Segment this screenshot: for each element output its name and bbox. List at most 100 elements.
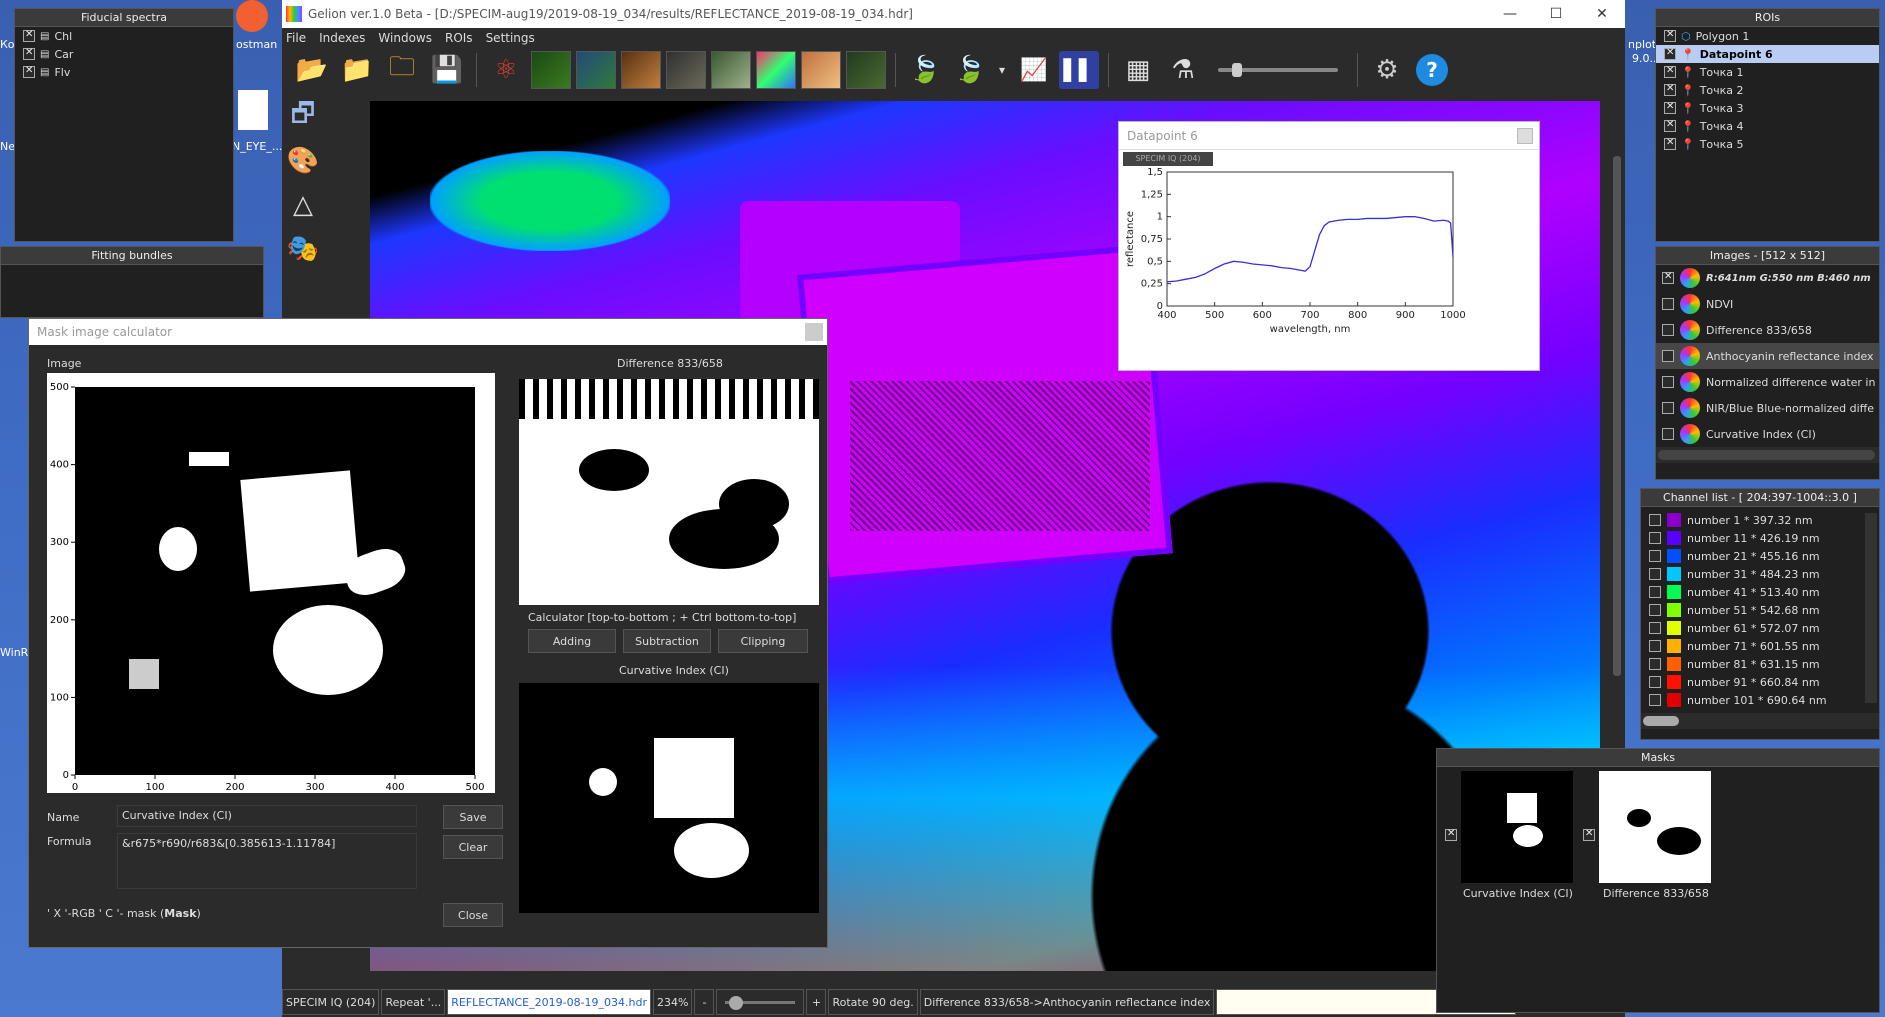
horizontal-scrollbar[interactable] [1641,713,1879,729]
leaf-icon[interactable]: 🍃 [905,51,945,89]
checkbox[interactable] [1649,550,1661,562]
fiducial-item-car[interactable]: ▤ Car [15,45,233,63]
scrollbar-thumb[interactable] [1658,450,1875,460]
checkbox[interactable] [1662,376,1674,388]
minimize-button[interactable]: — [1487,6,1533,22]
menu-file[interactable]: File [286,31,306,45]
thumbnail-dark[interactable] [666,51,706,89]
checkbox[interactable] [1662,298,1674,310]
checkbox[interactable] [1649,694,1661,706]
image-item[interactable]: Anthocyanin reflectance index [1656,343,1879,369]
checkbox[interactable] [1664,83,1676,96]
menu-rois[interactable]: ROIs [445,31,473,45]
thumbnail-lights[interactable] [621,51,661,89]
checkbox[interactable] [23,47,35,60]
checkbox[interactable] [1664,137,1676,150]
desktop-label[interactable]: ostman [236,38,277,51]
checkbox[interactable] [1649,676,1661,688]
palette-icon[interactable]: 🎨 [283,142,323,180]
vertical-scrollbar[interactable] [1865,513,1877,703]
mask-checkbox[interactable] [1583,828,1595,841]
status-file[interactable]: REFLECTANCE_2019-08-19_034.hdr [447,989,652,1015]
thumbnail-plants[interactable] [576,51,616,89]
desktop-label[interactable]: N_EYE_... [232,140,282,153]
channel-item[interactable]: number 21 * 455.16 nm [1641,547,1879,565]
checkbox[interactable] [1664,29,1676,42]
checkbox[interactable] [1649,622,1661,634]
clear-button[interactable]: Clear [443,835,503,859]
thumbnail-leaves[interactable] [531,51,571,89]
save-icon[interactable]: 💾 [427,51,467,89]
checkbox[interactable] [1662,350,1674,362]
image-item[interactable]: Normalized difference water in [1656,369,1879,395]
checkbox[interactable] [1664,47,1676,60]
calculator-icon[interactable]: ▦ [1118,51,1158,89]
checkbox[interactable] [1649,514,1661,526]
close-button[interactable] [1517,128,1533,144]
menu-indexes[interactable]: Indexes [319,31,365,45]
checkbox[interactable] [1662,402,1674,414]
chevron-down-icon[interactable]: ▾ [995,51,1009,89]
checkbox[interactable] [23,65,35,78]
image-item[interactable]: NDVI [1656,291,1879,317]
checkbox[interactable] [1662,428,1674,440]
roi-item[interactable]: 📍 Точка 4 [1656,117,1879,135]
curvative-mask-image[interactable] [519,683,819,913]
image-item[interactable]: R:641nm G:550 nm B:460 nm [1656,265,1879,291]
roi-item[interactable]: ⬡ Polygon 1 [1656,27,1879,45]
roi-item[interactable]: 📍 Точка 1 [1656,63,1879,81]
molecule-icon[interactable]: ⚛ [486,51,526,89]
checkbox[interactable] [1649,532,1661,544]
zoom-slider[interactable] [716,989,805,1015]
adding-button[interactable]: Adding [528,629,616,653]
checkbox[interactable] [1662,324,1674,336]
channel-item[interactable]: number 81 * 631.15 nm [1641,655,1879,673]
windows-icon[interactable]: 🗗 [283,98,323,136]
checkbox[interactable] [23,29,35,42]
scrollbar-thumb[interactable] [1643,716,1679,726]
slider-knob[interactable] [1232,63,1242,77]
channel-item[interactable]: number 91 * 660.84 nm [1641,673,1879,691]
close-icon[interactable] [805,323,823,341]
channel-item[interactable]: number 101 * 690.64 nm [1641,691,1879,707]
fiducial-item-flv[interactable]: ▤ Flv [15,63,233,81]
clipping-button[interactable]: Clipping [718,629,808,653]
name-input[interactable]: Curvative Index (CI) [117,805,417,827]
help-icon[interactable]: ? [1412,51,1452,89]
masks-icon[interactable]: 🎭 [283,230,323,268]
scrollbar-thumb[interactable] [1613,156,1621,676]
prism-icon[interactable]: △ [283,186,323,224]
channel-item[interactable]: number 11 * 426.19 nm [1641,529,1879,547]
difference-mask-image[interactable] [519,379,819,605]
bars-icon[interactable]: ▌▌ [1059,51,1099,89]
channel-item[interactable]: number 1 * 397.32 nm [1641,511,1879,529]
thumbnail-forest[interactable] [846,51,886,89]
channel-item[interactable]: number 71 * 601.55 nm [1641,637,1879,655]
status-repeat[interactable]: Repeat '... [381,989,446,1015]
image-item[interactable]: Curvative Index (CI) [1656,421,1879,447]
mask-checkbox[interactable] [1445,828,1457,841]
close-dialog-button[interactable]: Close [443,903,503,927]
checkbox[interactable] [1664,65,1676,78]
close-button[interactable]: ✕ [1579,6,1625,22]
roi-item[interactable]: 📍 Точка 5 [1656,135,1879,153]
checkbox[interactable] [1649,658,1661,670]
mask-thumbnail-difference[interactable] [1599,771,1711,883]
zoom-out-button[interactable]: - [694,989,715,1015]
checkbox[interactable] [1664,101,1676,114]
thumbnail-field[interactable] [711,51,751,89]
checkbox[interactable] [1664,119,1676,132]
mask-image[interactable] [75,387,475,775]
save-button[interactable]: Save [443,805,503,829]
folder-icon[interactable]: 🗀 [382,51,422,89]
open-folder-icon[interactable]: 📁 [337,51,377,89]
subtraction-button[interactable]: Subtraction [623,629,711,653]
mask-thumbnail-ci[interactable] [1461,771,1573,883]
image-item[interactable]: NIR/Blue Blue-normalized diffe [1656,395,1879,421]
menu-settings[interactable]: Settings [486,31,535,45]
image-item[interactable]: Difference 833/658 [1656,317,1879,343]
checkbox[interactable] [1649,604,1661,616]
checkbox[interactable] [1662,271,1674,284]
menu-windows[interactable]: Windows [378,31,432,45]
postman-icon[interactable] [236,0,268,32]
